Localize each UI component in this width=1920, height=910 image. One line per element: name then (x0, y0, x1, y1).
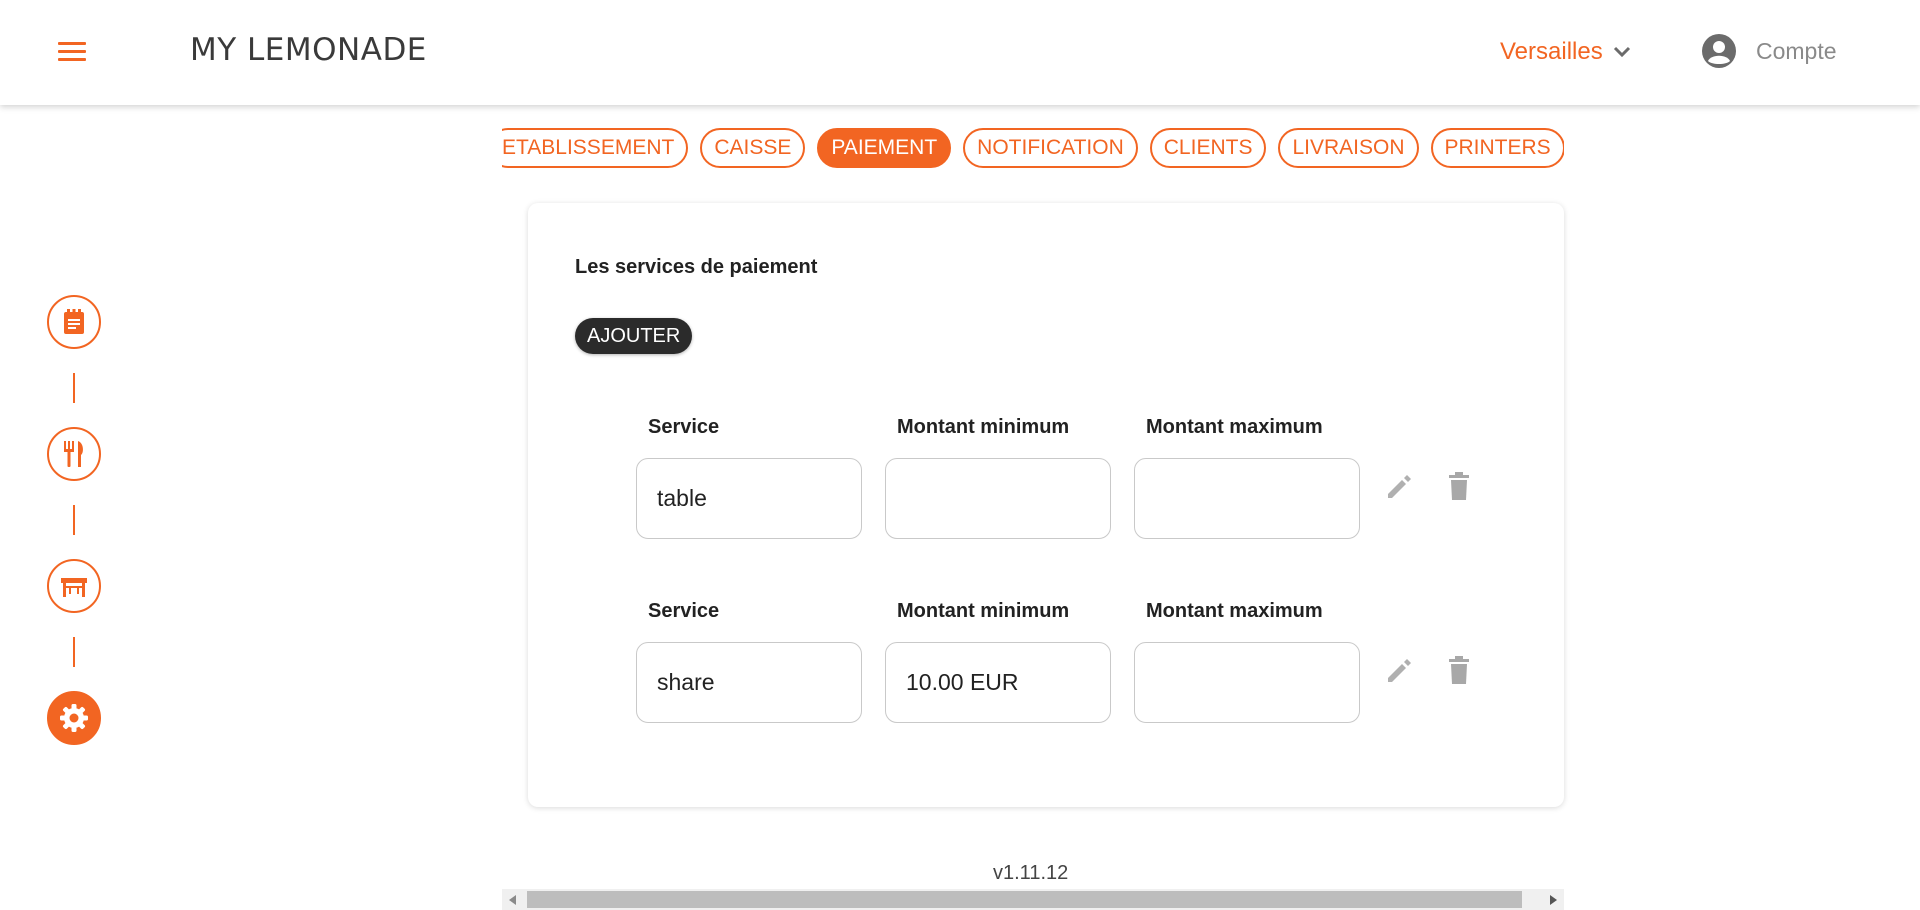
app-version: v1.11.12 (993, 862, 1069, 884)
scroll-right-arrow[interactable] (1542, 889, 1564, 910)
max-amount-field: Montant maximum (1134, 600, 1360, 723)
tab-etablissement[interactable]: ETABLISSEMENT (502, 128, 689, 168)
scroll-left-arrow[interactable] (502, 889, 524, 910)
service-label: Service (648, 416, 720, 438)
gear-icon (60, 704, 88, 732)
min-amount-input[interactable]: 10.00 EUR (885, 642, 1111, 723)
max-amount-label: Montant maximum (1146, 416, 1323, 438)
rail-divider (73, 373, 75, 403)
rail-divider (73, 505, 75, 535)
min-amount-label: Montant minimum (897, 416, 1070, 438)
service-input[interactable]: share (636, 642, 862, 723)
service-field: Service table (636, 416, 862, 539)
max-amount-input[interactable] (1134, 642, 1360, 723)
account-menu[interactable]: Compte (1702, 34, 1837, 68)
tab-clients[interactable]: CLIENTS (1149, 128, 1267, 168)
side-rail (47, 295, 101, 745)
rail-tables-button[interactable] (47, 559, 101, 613)
min-amount-input[interactable] (885, 458, 1111, 539)
service-row: Service table Montant minimum Montant ma… (636, 416, 1516, 546)
location-selector[interactable]: Versailles (1500, 38, 1631, 66)
min-amount-field: Montant minimum 10.00 EUR (885, 600, 1111, 723)
menu-icon[interactable] (58, 42, 86, 64)
card-title: Les services de paiement (575, 256, 818, 278)
chevron-down-icon (1613, 46, 1630, 58)
pencil-icon[interactable] (1384, 656, 1414, 686)
max-amount-field: Montant maximum (1134, 416, 1360, 539)
trash-icon[interactable] (1446, 472, 1472, 502)
rail-divider (73, 637, 75, 667)
location-label: Versailles (1500, 38, 1603, 65)
min-amount-field: Montant minimum (885, 416, 1111, 539)
tab-printers[interactable]: PRINTERS (1430, 128, 1564, 168)
rail-orders-button[interactable] (47, 295, 101, 349)
app-logo[interactable]: MY LEMONADE (190, 32, 427, 68)
tab-livraison[interactable]: LIVRAISON (1278, 128, 1419, 168)
rail-settings-button[interactable] (47, 691, 101, 745)
service-row: Service share Montant minimum 10.00 EUR … (636, 600, 1516, 730)
fork-knife-icon (64, 441, 83, 467)
add-service-button[interactable]: AJOUTER (575, 318, 693, 354)
max-amount-input[interactable] (1134, 458, 1360, 539)
table-icon (61, 578, 87, 597)
tabs-track: ETABLISSEMENT CAISSE PAIEMENT NOTIFICATION C… (502, 128, 1564, 168)
pencil-icon[interactable] (1384, 472, 1414, 502)
service-field: Service share (636, 600, 862, 723)
account-circle-icon (1702, 34, 1736, 68)
trash-icon[interactable] (1446, 656, 1472, 686)
top-header: MY LEMONADE Versailles Compte (0, 0, 1920, 105)
max-amount-label: Montant maximum (1146, 600, 1323, 622)
settings-tabs: ETABLISSEMENT CAISSE PAIEMENT NOTIFICATION C… (502, 128, 1564, 170)
tab-notification[interactable]: NOTIFICATION (963, 128, 1138, 168)
triangle-left-icon (509, 894, 516, 905)
horizontal-scrollbar[interactable] (502, 889, 1564, 910)
account-label: Compte (1756, 37, 1837, 64)
tab-caisse[interactable]: CAISSE (700, 128, 806, 168)
triangle-right-icon (1550, 894, 1557, 905)
scrollbar-thumb[interactable] (527, 891, 1522, 908)
service-label: Service (648, 600, 720, 622)
service-input[interactable]: table (636, 458, 862, 539)
rail-menu-button[interactable] (47, 427, 101, 481)
notepad-icon (64, 309, 84, 334)
payment-services-card: Les services de paiement AJOUTER Service… (528, 203, 1564, 807)
min-amount-label: Montant minimum (897, 600, 1070, 622)
tab-paiement[interactable]: PAIEMENT (817, 128, 952, 168)
